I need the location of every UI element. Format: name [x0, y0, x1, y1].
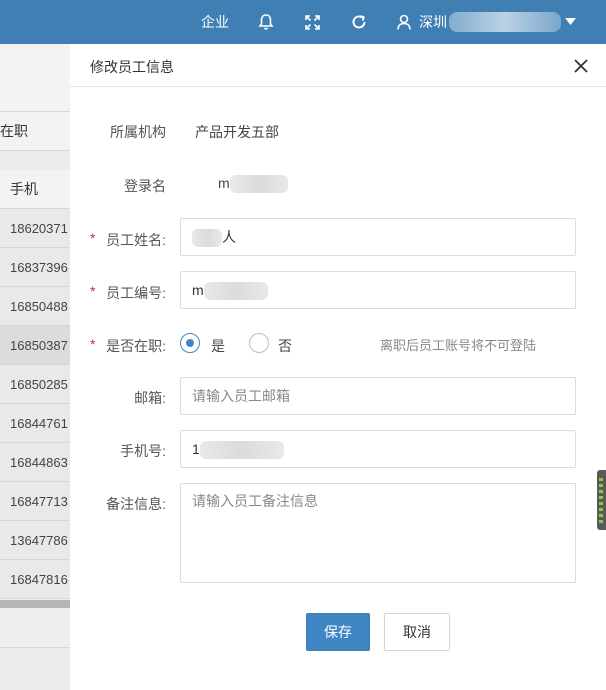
login-label: 登录名: [124, 178, 166, 194]
top-navigation-bar: 企业 深圳: [0, 0, 606, 44]
save-button[interactable]: 保存: [306, 613, 370, 651]
name-label: 员工姓名:: [106, 232, 166, 248]
refresh-icon[interactable]: [351, 0, 367, 44]
background-table-row[interactable]: 16847816: [0, 560, 70, 599]
background-table-row[interactable]: 16850285: [0, 365, 70, 404]
remark-textarea[interactable]: 请输入员工备注信息: [180, 483, 576, 583]
background-table-row[interactable]: 16847713: [0, 482, 70, 521]
side-widget[interactable]: [597, 470, 606, 530]
background-table-row[interactable]: 16844761: [0, 404, 70, 443]
background-table-row[interactable]: 16850488: [0, 287, 70, 326]
background-toolbar: [0, 44, 70, 112]
background-pagination: [0, 608, 70, 648]
active-label: 是否在职:: [106, 338, 166, 354]
email-input[interactable]: 请输入员工邮箱: [180, 377, 576, 415]
enterprise-menu[interactable]: 企业: [201, 0, 229, 44]
employee-name-input[interactable]: 人: [180, 218, 576, 256]
background-table-row[interactable]: 16844863: [0, 443, 70, 482]
user-name: 深圳: [419, 14, 447, 30]
cancel-button[interactable]: 取消: [384, 613, 450, 651]
code-label: 员工编号:: [106, 285, 166, 301]
user-icon: [397, 14, 411, 30]
background-page: 在职 手机 18620371 16837396 16850488 16850387 16…: [0, 44, 70, 690]
background-table-row[interactable]: 16837396: [0, 248, 70, 287]
org-label: 所属机构: [110, 124, 166, 140]
user-menu[interactable]: 深圳: [397, 0, 576, 44]
bell-icon[interactable]: [258, 0, 274, 44]
fullscreen-icon[interactable]: [305, 0, 320, 44]
org-value: 产品开发五部: [195, 124, 279, 140]
close-icon[interactable]: [573, 58, 589, 74]
active-yes-label: 是: [211, 338, 225, 354]
active-yes-radio[interactable]: [180, 333, 200, 353]
login-value: m: [218, 175, 288, 194]
caret-down-icon: [565, 18, 576, 26]
enterprise-label: 企业: [201, 14, 229, 30]
dialog-header: 修改员工信息: [70, 44, 606, 87]
background-table-row[interactable]: 13647786: [0, 521, 70, 560]
background-column-header: 手机: [0, 170, 70, 209]
background-scrollbar[interactable]: [0, 600, 70, 608]
background-filter-label: 在职: [0, 112, 70, 151]
background-table-row[interactable]: 18620371: [0, 209, 70, 248]
active-no-radio[interactable]: [249, 333, 269, 353]
user-name-blur: [449, 12, 561, 32]
remark-label: 备注信息:: [106, 496, 166, 512]
phone-input[interactable]: 1: [180, 430, 576, 468]
active-hint: 离职后员工账号将不可登陆: [380, 338, 537, 353]
background-table-row[interactable]: 16850387: [0, 326, 70, 365]
phone-label: 手机号:: [120, 443, 166, 459]
employee-code-input[interactable]: m: [180, 271, 576, 309]
edit-employee-dialog: 修改员工信息 所属机构 产品开发五部 登录名 m * 员工姓名: 人 * 员工编…: [70, 44, 606, 690]
email-label: 邮箱:: [134, 390, 166, 406]
active-no-label: 否: [278, 338, 292, 354]
dialog-title: 修改员工信息: [90, 59, 174, 75]
